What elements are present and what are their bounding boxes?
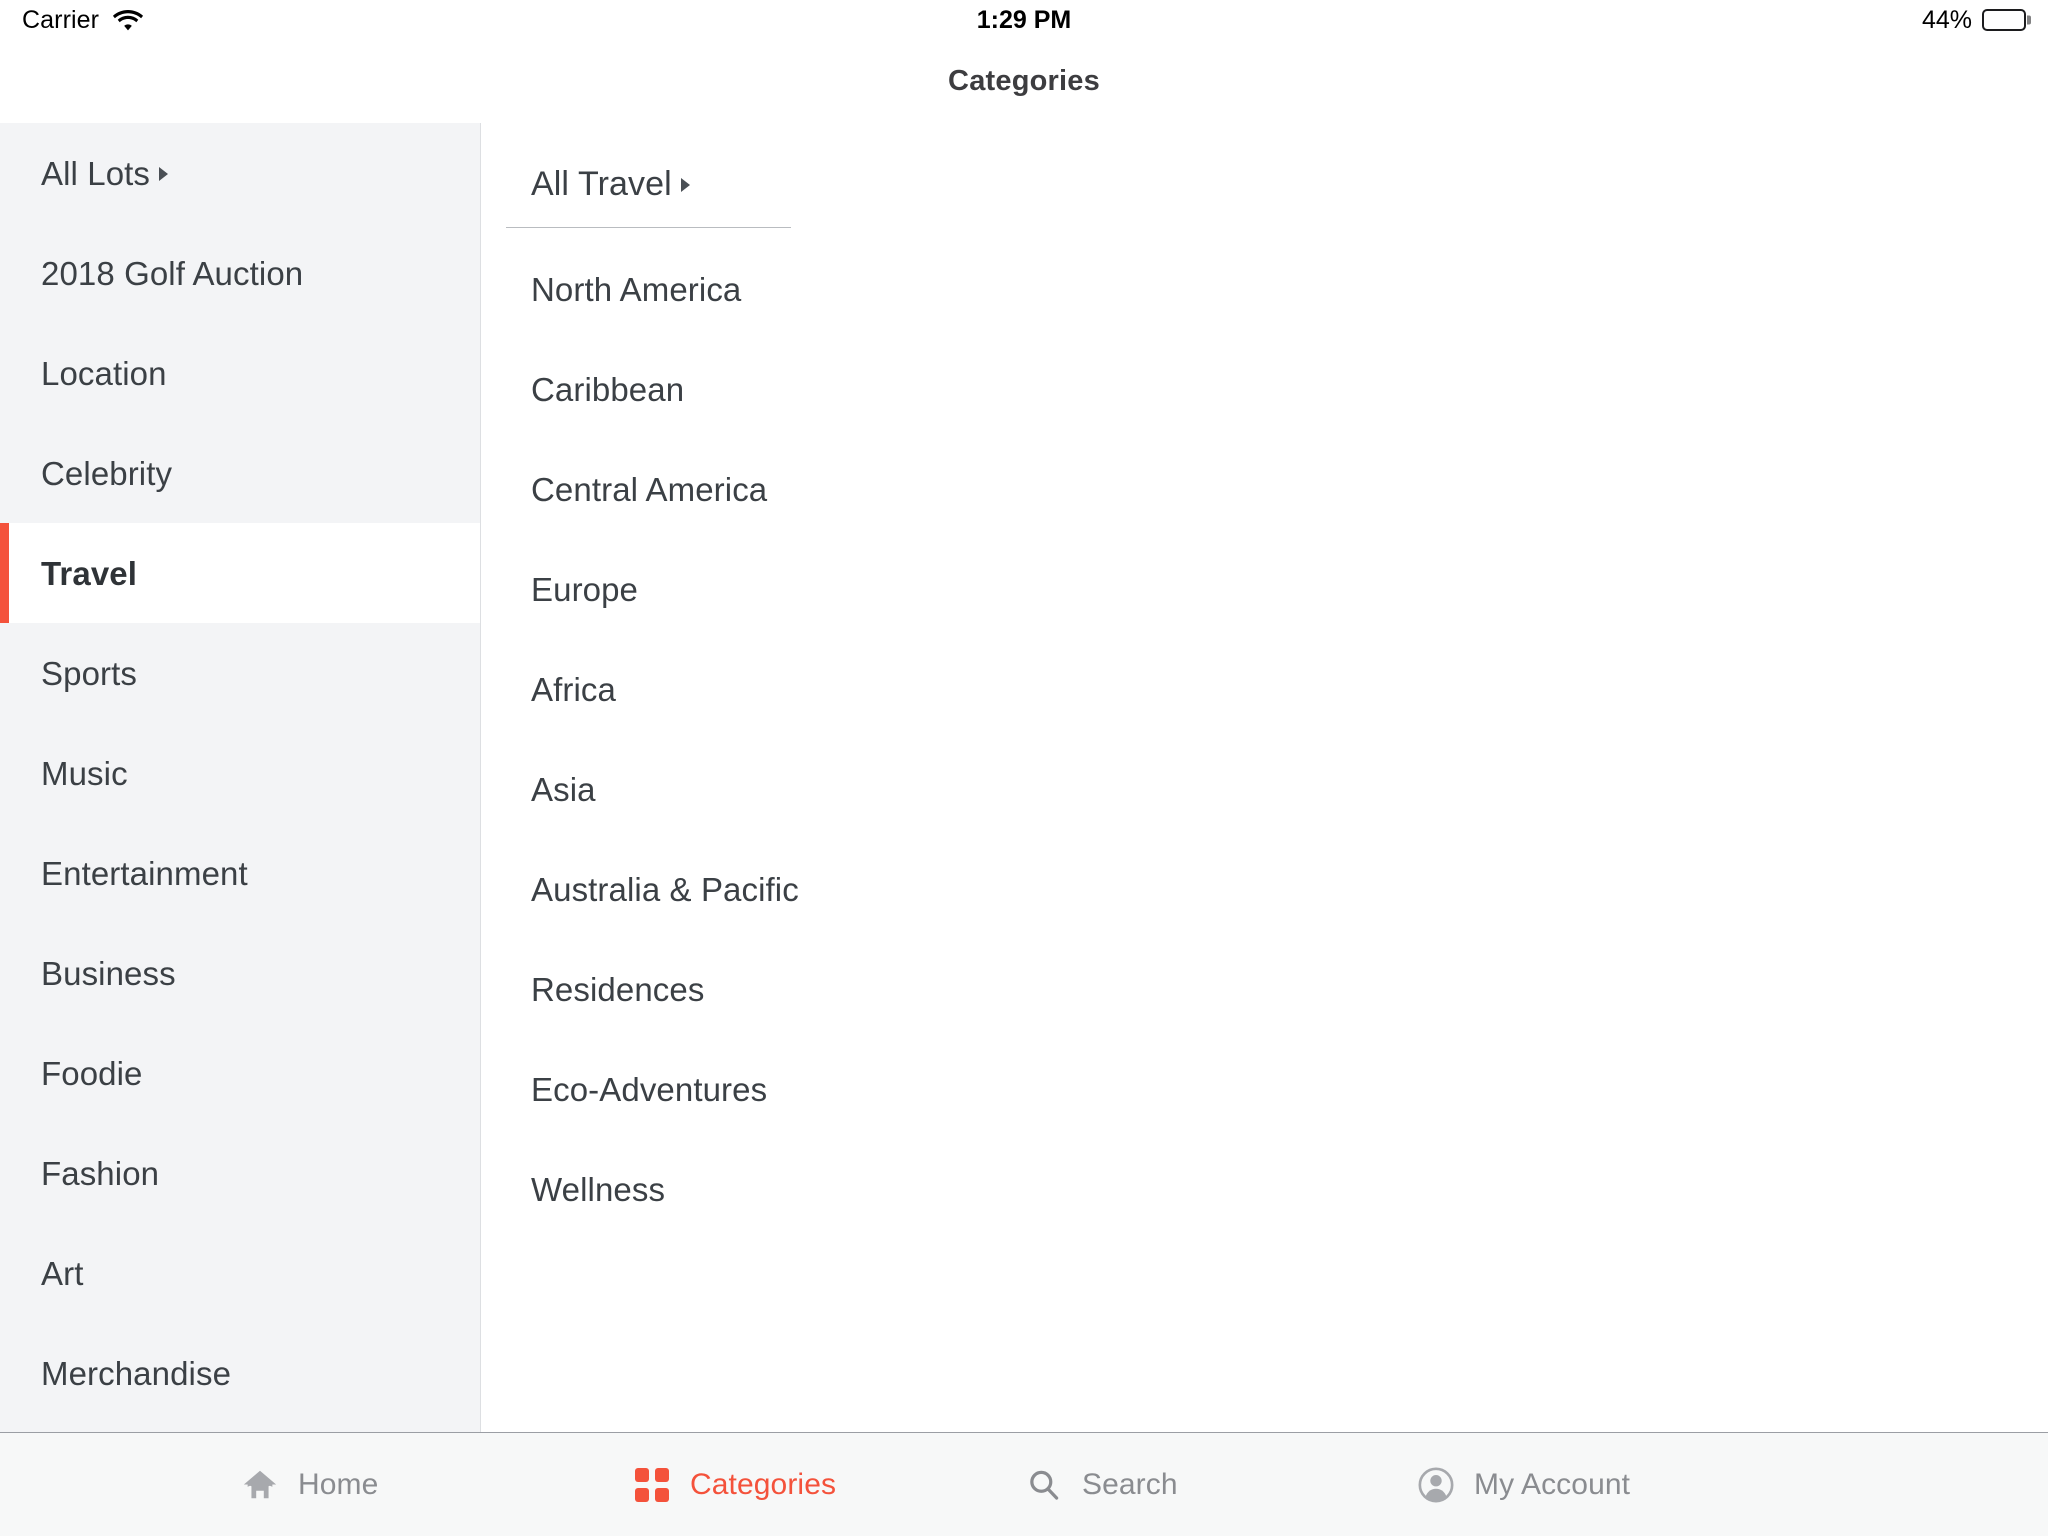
subcategory-item-label: Africa bbox=[531, 671, 616, 708]
sidebar-item-fashion[interactable]: Fashion bbox=[0, 1123, 480, 1223]
sidebar-item-travel[interactable]: Travel bbox=[0, 523, 480, 623]
chevron-right-icon bbox=[159, 167, 169, 181]
subcategory-item-asia[interactable]: Asia bbox=[481, 740, 2048, 840]
category-sidebar[interactable]: All Lots 2018 Golf Auction Location Celebri… bbox=[0, 123, 481, 1432]
subcategory-header[interactable]: All Travel bbox=[481, 141, 2048, 227]
sidebar-item-label: All Lots bbox=[41, 154, 151, 192]
sidebar-item-label: Business bbox=[41, 954, 176, 992]
subcategory-list: North America Caribbean Central America Eur… bbox=[481, 228, 2048, 1240]
nav-bar: Categories bbox=[0, 40, 2048, 123]
battery-percent-label: 44% bbox=[1921, 5, 1972, 34]
grid-icon bbox=[632, 1465, 672, 1505]
subcategory-item-africa[interactable]: Africa bbox=[481, 640, 2048, 740]
subcategory-item-caribbean[interactable]: Caribbean bbox=[481, 340, 2048, 440]
sidebar-item-merchandise[interactable]: Merchandise bbox=[0, 1323, 480, 1423]
status-bar: Carrier 1:29 PM 44% bbox=[0, 0, 2048, 40]
sidebar-item-business[interactable]: Business bbox=[0, 923, 480, 1023]
subcategory-item-residences[interactable]: Residences bbox=[481, 940, 2048, 1040]
tab-bar: Home Categories Search My Account bbox=[0, 1432, 2048, 1536]
sidebar-item-label: Entertainment bbox=[41, 854, 248, 892]
tab-label: Search bbox=[1082, 1467, 1178, 1501]
status-bar-left: Carrier bbox=[22, 5, 144, 35]
sidebar-item-label: Travel bbox=[41, 554, 138, 592]
sidebar-item-label: Celebrity bbox=[41, 454, 173, 492]
sidebar-item-music[interactable]: Music bbox=[0, 723, 480, 823]
page-title: Categories bbox=[948, 65, 1100, 97]
subcategory-item-wellness[interactable]: Wellness bbox=[481, 1140, 2048, 1240]
home-icon bbox=[240, 1465, 280, 1505]
sidebar-item-celebrity[interactable]: Celebrity bbox=[0, 423, 480, 523]
sidebar-item-entertainment[interactable]: Entertainment bbox=[0, 823, 480, 923]
tab-label: My Account bbox=[1474, 1467, 1631, 1501]
chevron-right-icon bbox=[680, 178, 690, 192]
tab-search[interactable]: Search bbox=[1024, 1433, 1416, 1536]
account-icon bbox=[1416, 1465, 1456, 1505]
subcategory-item-label: Residences bbox=[531, 971, 705, 1008]
subcategory-item-europe[interactable]: Europe bbox=[481, 540, 2048, 640]
subcategory-item-eco-adventures[interactable]: Eco-Adventures bbox=[481, 1040, 2048, 1140]
tab-label: Categories bbox=[690, 1467, 837, 1501]
sidebar-item-label: Location bbox=[41, 354, 167, 392]
subcategory-panel: All Travel North America Caribbean Central… bbox=[481, 123, 2048, 1432]
sidebar-item-label: Merchandise bbox=[41, 1354, 232, 1392]
tab-categories[interactable]: Categories bbox=[632, 1433, 1024, 1536]
subcategory-item-north-america[interactable]: North America bbox=[481, 240, 2048, 340]
subcategory-item-label: Australia & Pacific bbox=[531, 871, 799, 908]
subcategory-item-australia-pacific[interactable]: Australia & Pacific bbox=[481, 840, 2048, 940]
tab-home[interactable]: Home bbox=[240, 1433, 632, 1536]
sidebar-item-label: Sports bbox=[41, 654, 137, 692]
subcategory-item-label: Caribbean bbox=[531, 371, 685, 408]
subcategory-header-label: All Travel bbox=[531, 164, 672, 203]
subcategory-item-label: Europe bbox=[531, 571, 639, 608]
sidebar-item-location[interactable]: Location bbox=[0, 323, 480, 423]
sidebar-item-2018-golf-auction[interactable]: 2018 Golf Auction bbox=[0, 223, 480, 323]
sidebar-item-label: Foodie bbox=[41, 1054, 143, 1092]
subcategory-item-central-america[interactable]: Central America bbox=[481, 440, 2048, 540]
subcategory-item-label: Asia bbox=[531, 771, 596, 808]
subcategory-item-label: Eco-Adventures bbox=[531, 1071, 768, 1108]
tab-my-account[interactable]: My Account bbox=[1416, 1433, 1808, 1536]
battery-icon bbox=[1982, 9, 2026, 31]
sidebar-item-foodie[interactable]: Foodie bbox=[0, 1023, 480, 1123]
tab-bar-items: Home Categories Search My Account bbox=[0, 1433, 2048, 1536]
status-bar-right: 44% bbox=[1922, 6, 2026, 35]
sidebar-item-label: Music bbox=[41, 754, 128, 792]
sidebar-item-all-lots[interactable]: All Lots bbox=[0, 123, 480, 223]
carrier-label: Carrier bbox=[22, 5, 100, 34]
search-icon bbox=[1024, 1465, 1064, 1505]
wifi-icon bbox=[112, 9, 144, 31]
app-root: Carrier 1:29 PM 44% Categories All Lots 2… bbox=[0, 0, 2048, 1536]
sidebar-item-label: Art bbox=[41, 1254, 84, 1292]
sidebar-item-label: 2018 Golf Auction bbox=[41, 254, 304, 292]
sidebar-item-label: Fashion bbox=[41, 1154, 160, 1192]
tab-label: Home bbox=[298, 1467, 379, 1501]
subcategory-item-label: North America bbox=[531, 271, 742, 308]
content-area: All Lots 2018 Golf Auction Location Celebri… bbox=[0, 123, 2048, 1432]
subcategory-item-label: Central America bbox=[531, 471, 768, 508]
sidebar-item-art[interactable]: Art bbox=[0, 1223, 480, 1323]
subcategory-item-label: Wellness bbox=[531, 1171, 666, 1208]
status-bar-clock: 1:29 PM bbox=[976, 5, 1072, 34]
sidebar-item-sports[interactable]: Sports bbox=[0, 623, 480, 723]
